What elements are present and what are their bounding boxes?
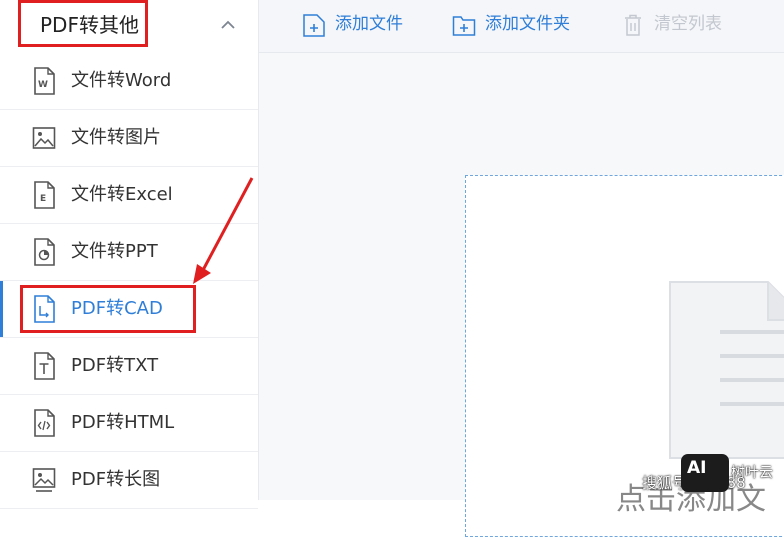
word-file-icon: W (34, 67, 55, 95)
sidebar-item-label: 文件转Word (71, 70, 172, 91)
excel-file-icon: E (34, 181, 55, 209)
trash-icon (625, 14, 641, 36)
watermark-logo-text: AI (687, 458, 707, 478)
watermark-logo: AI (681, 454, 729, 492)
watermark-brand: 树叶云 (731, 465, 773, 481)
clear-list-label: 清空列表 (654, 14, 722, 34)
sidebar-item-file-to-word[interactable]: W 文件转Word (0, 53, 258, 110)
sidebar-item-file-to-image[interactable]: 文件转图片 (0, 110, 258, 167)
add-folder-icon (452, 16, 476, 36)
annotation-arrow-icon (193, 177, 254, 284)
html-file-icon (34, 409, 55, 437)
highlight-box-pdf-to-cad (20, 285, 196, 333)
sidebar-item-label: PDF转HTML (71, 412, 175, 433)
chevron-up-icon[interactable] (218, 15, 238, 35)
image-file-icon (32, 127, 56, 149)
sidebar-item-label: 文件转图片 (71, 127, 161, 148)
document-illustration-icon (669, 281, 784, 459)
add-file-icon (303, 14, 325, 37)
main-panel: 点击添加文 (259, 53, 784, 537)
ppt-file-icon (34, 238, 55, 266)
sidebar-item-pdf-to-txt[interactable]: PDF转TXT (0, 338, 258, 395)
add-file-button[interactable]: 添加文件 (302, 0, 422, 52)
add-folder-label: 添加文件夹 (485, 14, 570, 34)
long-image-icon (32, 468, 56, 492)
add-file-label: 添加文件 (335, 14, 403, 34)
clear-list-button[interactable]: 清空列表 (621, 0, 741, 52)
sidebar-item-label: 文件转PPT (71, 241, 158, 262)
add-folder-button[interactable]: 添加文件夹 (452, 0, 592, 52)
toolbar: 添加文件 添加文件夹 清空列表 (259, 0, 784, 53)
txt-file-icon (34, 352, 55, 380)
sidebar-item-pdf-to-html[interactable]: PDF转HTML (0, 395, 258, 452)
highlight-box-category (18, 0, 148, 47)
sidebar-item-label: PDF转TXT (71, 355, 159, 376)
svg-text:E: E (40, 194, 46, 204)
svg-text:W: W (38, 80, 48, 90)
sidebar-item-pdf-to-long-image[interactable]: PDF转长图 (0, 452, 258, 509)
sidebar-item-label: 文件转Excel (71, 184, 173, 205)
